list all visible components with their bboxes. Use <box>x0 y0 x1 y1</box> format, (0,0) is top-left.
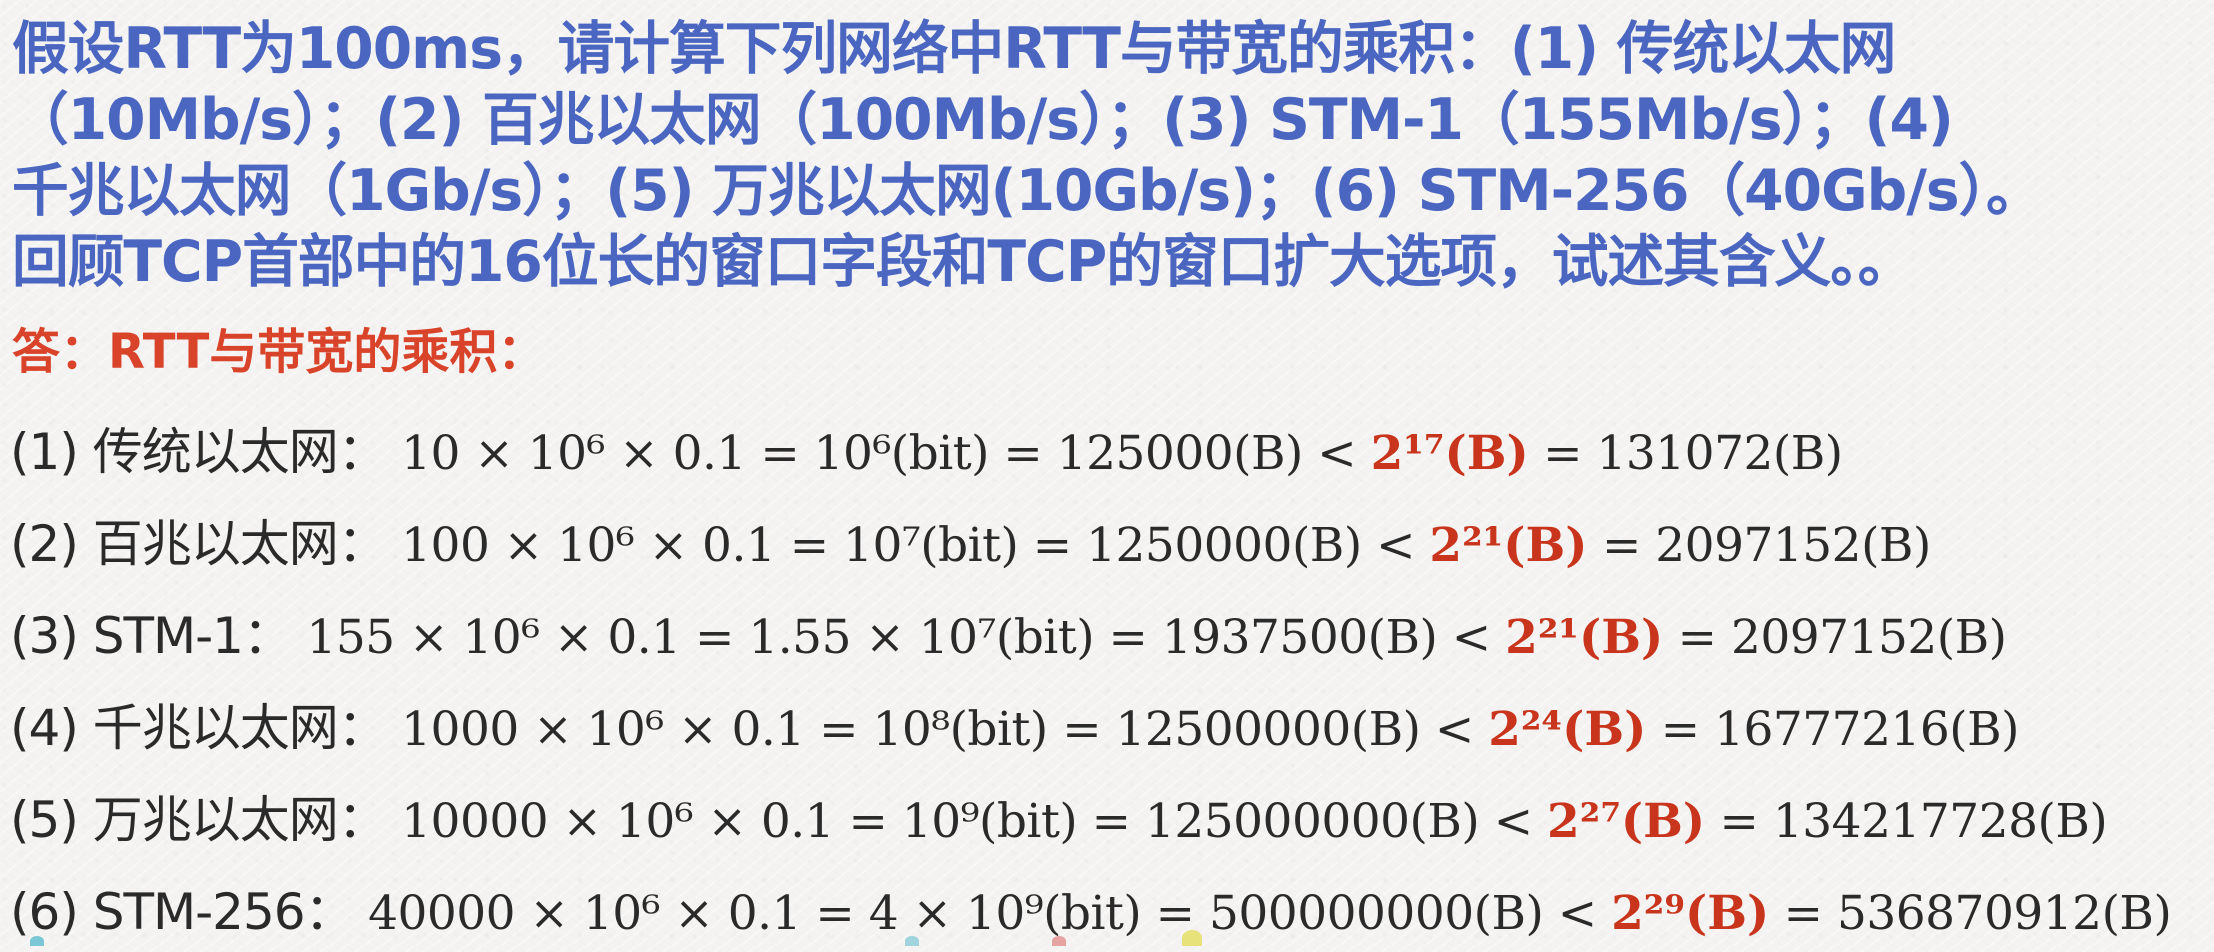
question-line-2: （10Mb/s）；(2) 百兆以太网（100Mb/s）；(3) STM-1（15… <box>12 87 1954 153</box>
row-highlight: 2²⁹(B) <box>1611 886 1770 941</box>
answer-row-5: (5) 万兆以太网： 10000 × 10⁶ × 0.1 = 10⁹(bit) … <box>10 780 2108 860</box>
answer-row-2: (2) 百兆以太网： 100 × 10⁶ × 0.1 = 10⁷(bit) = … <box>10 504 1931 584</box>
decoration-mark <box>1052 936 1066 946</box>
question-text: 假设RTT为100ms，请计算下列网络中RTT与带宽的乘积：(1) 传统以太网 … <box>12 14 2212 298</box>
row-highlight: 2²¹(B) <box>1429 518 1588 573</box>
row-formula: 155 × 10⁶ × 0.1 = 1.55 × 10⁷(bit) = 1937… <box>292 610 1506 665</box>
row-label: (1) 传统以太网： <box>10 423 388 481</box>
row-formula: 10000 × 10⁶ × 0.1 = 10⁹(bit) = 125000000… <box>386 794 1548 849</box>
answer-row-4: (4) 千兆以太网： 1000 × 10⁶ × 0.1 = 10⁸(bit) =… <box>10 688 2020 768</box>
row-label: (4) 千兆以太网： <box>10 699 388 757</box>
row-formula: 1000 × 10⁶ × 0.1 = 10⁸(bit) = 12500000(B… <box>386 702 1489 757</box>
decoration-mark <box>1182 930 1202 946</box>
row-formula: 10 × 10⁶ × 0.1 = 10⁶(bit) = 125000(B) < <box>386 426 1371 481</box>
question-line-1: 假设RTT为100ms，请计算下列网络中RTT与带宽的乘积：(1) 传统以太网 <box>12 16 1896 82</box>
row-result: = 2097152(B) <box>1663 610 2007 665</box>
row-result: = 2097152(B) <box>1587 518 1931 573</box>
answer-row-3: (3) STM-1： 155 × 10⁶ × 0.1 = 1.55 × 10⁷(… <box>10 596 2007 676</box>
row-label: (2) 百兆以太网： <box>10 515 388 573</box>
answer-row-1: (1) 传统以太网： 10 × 10⁶ × 0.1 = 10⁶(bit) = 1… <box>10 412 1843 492</box>
row-label: (6) STM-256： <box>10 883 355 941</box>
row-label: (5) 万兆以太网： <box>10 791 388 849</box>
answer-row-6: (6) STM-256： 40000 × 10⁶ × 0.1 = 4 × 10⁹… <box>10 872 2172 952</box>
answer-heading: 答：RTT与带宽的乘积： <box>12 324 546 380</box>
row-result: = 536870912(B) <box>1769 886 2172 941</box>
row-formula: 40000 × 10⁶ × 0.1 = 4 × 10⁹(bit) = 50000… <box>353 886 1612 941</box>
row-highlight: 2²¹(B) <box>1505 610 1664 665</box>
question-line-4: 回顾TCP首部中的16位长的窗口字段和TCP的窗口扩大选项，试述其含义。。 <box>12 229 1914 295</box>
decoration-mark <box>905 936 919 946</box>
row-highlight: 2²⁴(B) <box>1488 702 1647 757</box>
row-result: = 16777216(B) <box>1646 702 2020 757</box>
row-result: = 131072(B) <box>1528 426 1843 481</box>
row-result: = 134217728(B) <box>1705 794 2108 849</box>
row-highlight: 2²⁷(B) <box>1547 794 1706 849</box>
row-label: (3) STM-1： <box>10 607 293 665</box>
decoration-mark <box>30 936 44 946</box>
row-highlight: 2¹⁷(B) <box>1370 426 1529 481</box>
question-line-3: 千兆以太网（1Gb/s）；(5) 万兆以太网(10Gb/s)；(6) STM-2… <box>12 158 2043 224</box>
row-formula: 100 × 10⁶ × 0.1 = 10⁷(bit) = 1250000(B) … <box>386 518 1430 573</box>
